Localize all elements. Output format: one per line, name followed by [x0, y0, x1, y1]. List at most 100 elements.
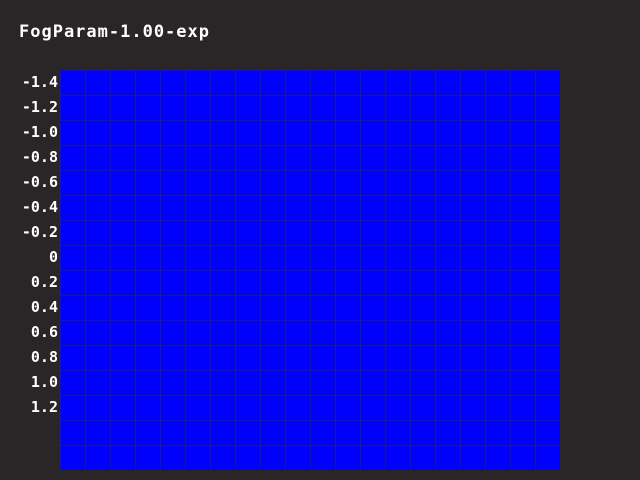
grid-cell [410, 370, 435, 395]
grid-cell [510, 70, 535, 95]
grid-cell [510, 295, 535, 320]
grid-cell [160, 245, 185, 270]
grid-cell [210, 270, 235, 295]
grid-cell [85, 445, 110, 470]
row-label: -0.8 [21, 148, 58, 166]
grid-cell [260, 270, 285, 295]
grid-cell [310, 420, 335, 445]
grid-cell [60, 295, 85, 320]
grid-cell [135, 295, 160, 320]
grid-cell [310, 95, 335, 120]
grid-cell [485, 95, 510, 120]
grid-cell [510, 170, 535, 195]
grid-cell [535, 395, 560, 420]
grid-cell [385, 220, 410, 245]
grid-cell [260, 320, 285, 345]
grid-cell [360, 370, 385, 395]
grid-cell [410, 320, 435, 345]
grid-cell [485, 145, 510, 170]
grid-cell [285, 395, 310, 420]
grid-cell [260, 145, 285, 170]
grid-cell [510, 345, 535, 370]
grid-cell [60, 95, 85, 120]
grid-cell [160, 270, 185, 295]
grid-cell [135, 245, 160, 270]
grid-cell [185, 95, 210, 120]
grid-cell [485, 245, 510, 270]
grid-cell [235, 70, 260, 95]
grid-cell [210, 70, 235, 95]
grid-cell [410, 170, 435, 195]
grid-cell [60, 320, 85, 345]
grid-cell [510, 320, 535, 345]
grid-cell [310, 395, 335, 420]
grid-cell [135, 370, 160, 395]
grid-cell [335, 120, 360, 145]
grid-cell [360, 220, 385, 245]
grid-cell [85, 320, 110, 345]
grid-cell [410, 295, 435, 320]
grid-cell [60, 395, 85, 420]
grid-cell [235, 170, 260, 195]
grid-cell [85, 270, 110, 295]
grid-cell [185, 70, 210, 95]
grid-cell [210, 170, 235, 195]
grid-cell [310, 270, 335, 295]
grid-cell [85, 420, 110, 445]
grid-cell [310, 245, 335, 270]
grid-cell [335, 245, 360, 270]
grid-cell [385, 95, 410, 120]
grid-cell [60, 120, 85, 145]
grid-cell [110, 295, 135, 320]
grid-cell [185, 420, 210, 445]
grid-cell [460, 445, 485, 470]
grid-cell [410, 195, 435, 220]
grid-cell [285, 220, 310, 245]
grid-cell [260, 420, 285, 445]
grid-cell [435, 370, 460, 395]
grid-cell [535, 270, 560, 295]
grid-cell [135, 70, 160, 95]
grid-cell [260, 295, 285, 320]
grid-cell [460, 245, 485, 270]
grid-cell [260, 445, 285, 470]
grid-cell [110, 370, 135, 395]
grid-cell [360, 195, 385, 220]
grid-cell [285, 370, 310, 395]
grid-cell [460, 70, 485, 95]
grid-cell [535, 220, 560, 245]
grid-cell [535, 345, 560, 370]
grid-cell [235, 295, 260, 320]
grid-cell [110, 320, 135, 345]
grid-cell [285, 320, 310, 345]
grid-cell [60, 170, 85, 195]
grid-cell [360, 395, 385, 420]
grid-cell [485, 445, 510, 470]
grid-cell [410, 270, 435, 295]
grid-cell [310, 145, 335, 170]
grid-cell [535, 445, 560, 470]
grid-cell [260, 345, 285, 370]
grid-cell [385, 345, 410, 370]
grid-cell [60, 370, 85, 395]
grid-cell [185, 270, 210, 295]
grid-cell [360, 445, 385, 470]
grid-cell [60, 345, 85, 370]
grid-cell [110, 220, 135, 245]
grid-cell [385, 295, 410, 320]
grid-cell [410, 420, 435, 445]
grid-cell [135, 270, 160, 295]
grid-cell [385, 195, 410, 220]
grid-cell [335, 420, 360, 445]
grid-cell [110, 195, 135, 220]
grid-cell [160, 145, 185, 170]
grid-cell [60, 445, 85, 470]
grid-cell [360, 345, 385, 370]
grid-cell [510, 370, 535, 395]
grid-cell [485, 295, 510, 320]
grid-cell [535, 245, 560, 270]
grid-cell [185, 345, 210, 370]
grid-cell [185, 145, 210, 170]
row-label: -0.2 [21, 223, 58, 241]
grid-cell [485, 120, 510, 145]
